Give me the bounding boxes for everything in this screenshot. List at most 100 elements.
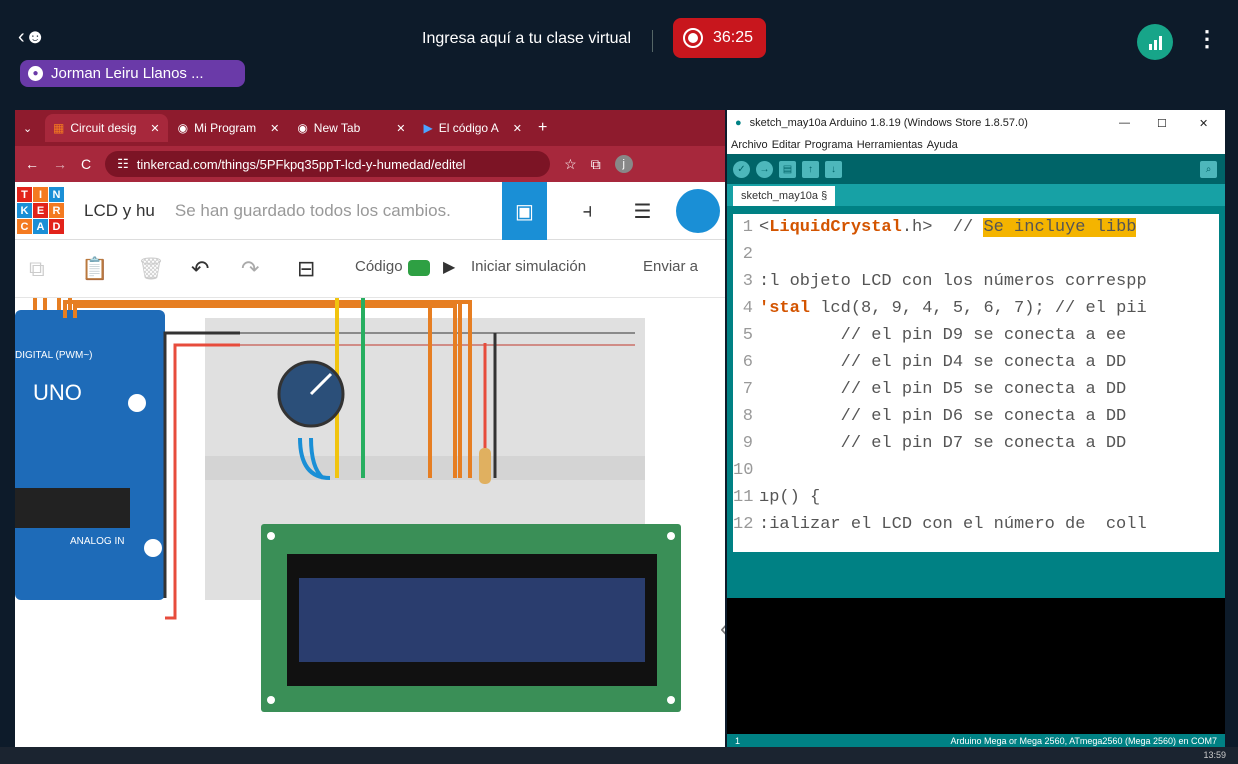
code-pre: < bbox=[759, 218, 770, 237]
paste-icon[interactable]: 📋 bbox=[81, 256, 108, 282]
code-toggle[interactable] bbox=[408, 260, 430, 276]
recording-timer[interactable]: 36:25 bbox=[673, 18, 766, 58]
component-list-button[interactable]: ☰ bbox=[620, 182, 665, 240]
class-title[interactable]: Ingresa aquí a tu clase virtual bbox=[422, 30, 631, 48]
upload-icon[interactable]: → bbox=[756, 160, 773, 178]
active-speaker-badge: ● Jorman Leiru Llanos ... bbox=[20, 60, 245, 87]
arduino-analog-label: ANALOG IN bbox=[70, 536, 124, 547]
save-icon[interactable]: ↓ bbox=[825, 160, 842, 178]
send-to-button[interactable]: Enviar a bbox=[643, 258, 698, 275]
globe-icon: ◉ bbox=[177, 121, 189, 135]
code-pre: ıp() { bbox=[759, 488, 821, 507]
close-icon[interactable]: ✕ bbox=[513, 122, 522, 135]
tinkercad-logo[interactable]: TIN KER CAD bbox=[17, 187, 64, 234]
logo-letter: N bbox=[49, 187, 64, 202]
profile-avatar[interactable]: j bbox=[614, 155, 633, 173]
menu-archivo[interactable]: Archivo bbox=[731, 139, 768, 151]
sketch-tab[interactable]: sketch_may10a § bbox=[733, 186, 836, 206]
delete-icon[interactable]: 🗑 bbox=[137, 256, 165, 282]
play-icon[interactable]: ▶ bbox=[443, 257, 455, 277]
code-line: 9 // el pin D7 se conecta a DD bbox=[733, 430, 1219, 457]
menu-herramientas[interactable]: Herramientas bbox=[857, 139, 923, 151]
line-number: 5 bbox=[742, 326, 753, 345]
code-text: <LiquidCrystal.h> // Se incluye libb bbox=[759, 214, 1137, 241]
code-line: 1 <LiquidCrystal.h> // Se incluye libb bbox=[733, 214, 1219, 241]
more-menu-icon[interactable]: ⋮ bbox=[1196, 26, 1218, 52]
taskbar-clock[interactable]: 13:59 bbox=[1203, 750, 1226, 760]
tab-list-icon[interactable]: ⌄ bbox=[23, 122, 43, 135]
logo-letter: A bbox=[33, 219, 48, 234]
circuit-view-button[interactable]: ▣ bbox=[502, 182, 547, 240]
reload-icon[interactable]: C bbox=[81, 156, 91, 172]
code-text: // el pin D5 se conecta a DD bbox=[759, 376, 1127, 403]
breadboard-gap bbox=[205, 456, 645, 480]
open-icon[interactable]: ↑ bbox=[802, 160, 819, 178]
ide-console[interactable] bbox=[727, 598, 1225, 734]
notes-icon[interactable]: ⊟ bbox=[297, 256, 315, 282]
collapse-panel-icon[interactable]: ‹ bbox=[720, 615, 725, 643]
undo-icon[interactable]: ↶ bbox=[191, 256, 209, 282]
lcd-hole bbox=[667, 696, 675, 704]
code-editor[interactable]: 1 <LiquidCrystal.h> // Se incluye libb 2 3:… bbox=[733, 214, 1219, 552]
simulate-button[interactable]: Iniciar simulación bbox=[471, 258, 586, 275]
extensions-icon[interactable]: ⧉ bbox=[591, 156, 601, 173]
tab-codigo[interactable]: ▶ El código A ✕ bbox=[416, 114, 531, 142]
code-hl: Se incluye libb bbox=[983, 218, 1137, 237]
ide-titlebar: ● sketch_may10a Arduino 1.8.19 (Windows … bbox=[727, 110, 1225, 136]
arduino-uno-label: UNO bbox=[33, 380, 82, 405]
code-text: // el pin D9 se conecta a ee bbox=[759, 322, 1127, 349]
tab-program[interactable]: ◉ Mi Program ✕ bbox=[170, 114, 288, 142]
verify-icon[interactable]: ✓ bbox=[733, 160, 750, 178]
url-field[interactable]: ☷ tinkercad.com/things/5PFkpq35ppT-lcd-y-… bbox=[105, 151, 551, 177]
close-window-icon[interactable]: ✕ bbox=[1199, 117, 1208, 130]
project-name[interactable]: LCD y hu bbox=[84, 201, 155, 221]
code-pre: // el pin D7 se conecta a DD bbox=[759, 434, 1127, 453]
menu-ayuda[interactable]: Ayuda bbox=[927, 139, 958, 151]
resistor[interactable] bbox=[479, 448, 491, 484]
line-number: 2 bbox=[742, 245, 753, 264]
back-arrow-icon[interactable]: ← bbox=[25, 156, 39, 172]
code-text: :ializar el LCD con el número de coll bbox=[759, 511, 1147, 538]
new-tab-icon[interactable]: + bbox=[538, 119, 547, 137]
page-icon: ▶ bbox=[423, 121, 433, 135]
line-number: 7 bbox=[742, 380, 753, 399]
logo-letter: T bbox=[17, 187, 32, 202]
bookmark-star-icon[interactable]: ☆ bbox=[564, 156, 577, 173]
ide-tabbar: sketch_may10a § bbox=[727, 184, 1225, 206]
tab-label: New Tab bbox=[313, 121, 361, 135]
tab-label: El código A bbox=[438, 121, 499, 135]
close-icon[interactable]: ✕ bbox=[150, 122, 159, 135]
close-icon[interactable]: ✕ bbox=[396, 122, 405, 135]
new-sketch-icon[interactable]: ▤ bbox=[779, 160, 796, 178]
menu-programa[interactable]: Programa bbox=[804, 139, 852, 151]
close-icon[interactable]: ✕ bbox=[270, 122, 279, 135]
tab-new[interactable]: ◉ New Tab ✕ bbox=[289, 114, 413, 142]
arduino-digital-label: DIGITAL (PWM~) bbox=[15, 350, 93, 361]
mic-icon: ● bbox=[28, 66, 43, 81]
serial-monitor-icon[interactable]: ⌕ bbox=[1200, 160, 1217, 178]
copy-icon[interactable]: ⧉ bbox=[29, 256, 45, 282]
arduino-hole bbox=[128, 394, 146, 412]
code-post: lcd(8, 9, 4, 5, 6, 7); // el pii bbox=[810, 299, 1147, 318]
signal-icon[interactable] bbox=[1137, 24, 1173, 60]
user-avatar[interactable] bbox=[675, 182, 720, 240]
line-number: 1 bbox=[742, 218, 753, 237]
line-number: 11 bbox=[733, 488, 754, 507]
circuit-canvas[interactable]: UNO DIGITAL (PWM~) ANALOG IN bbox=[15, 298, 725, 747]
menu-editar[interactable]: Editar bbox=[772, 139, 801, 151]
code-pre: // el pin D5 se conecta a DD bbox=[759, 380, 1127, 399]
schematic-view-button[interactable]: ⫞ bbox=[565, 182, 610, 240]
forward-arrow-icon[interactable]: → bbox=[53, 156, 67, 172]
minimize-icon[interactable]: — bbox=[1119, 117, 1130, 129]
code-line: 8 // el pin D6 se conecta a DD bbox=[733, 403, 1219, 430]
code-line: 12:ializar el LCD con el número de coll bbox=[733, 511, 1219, 538]
code-pre: // el pin D6 se conecta a DD bbox=[759, 407, 1127, 426]
chrome-icon: ◉ bbox=[297, 121, 308, 135]
redo-icon[interactable]: ↷ bbox=[241, 256, 259, 282]
code-button[interactable]: Código bbox=[355, 258, 403, 275]
maximize-icon[interactable]: ☐ bbox=[1157, 117, 1167, 130]
code-text: // el pin D4 se conecta a DD bbox=[759, 349, 1127, 376]
tab-circuit[interactable]: ▦ Circuit desig ✕ bbox=[45, 114, 168, 142]
tinkercad-header: TIN KER CAD LCD y hu Se han guardado todos… bbox=[15, 182, 725, 240]
back-user-icon[interactable]: ‹☻ bbox=[18, 26, 46, 49]
